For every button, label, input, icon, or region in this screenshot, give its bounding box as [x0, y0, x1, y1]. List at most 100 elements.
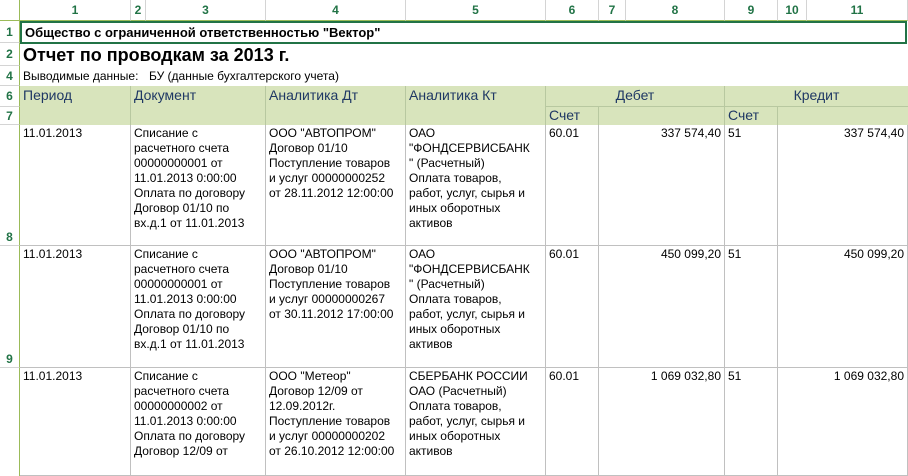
row-header-8[interactable]: 8 — [0, 125, 20, 246]
header-account-dt[interactable]: Счет — [546, 107, 599, 125]
cell-text-line: расчетного счета — [134, 141, 230, 155]
cell-text-line: Договор 01/10 по — [134, 201, 230, 215]
cell-text-line: активов — [409, 216, 453, 230]
cell-text-line: Договор 01/10 — [269, 141, 348, 155]
account-kt-cell[interactable]: 51 — [725, 125, 778, 246]
cell-text-line: 11.01.2013 0:00:00 — [134, 414, 237, 428]
column-header-1[interactable]: 1 — [20, 0, 131, 21]
cell-text: 11.01.2013 — [23, 369, 83, 383]
cell-text: 51 — [728, 126, 742, 140]
cell-text-line: Поступление товаров — [269, 414, 391, 428]
cell-text-line: ОАО — [409, 247, 436, 261]
account-kt-cell[interactable]: 51 — [725, 368, 778, 476]
cell-text-line: Списание с — [134, 369, 198, 383]
column-header-3[interactable]: 3 — [146, 0, 266, 21]
cell-text-line: ООО "АВТОПРОМ" — [269, 126, 376, 140]
cell-text: 51 — [728, 369, 742, 383]
header-credit-amount[interactable] — [778, 107, 908, 125]
cell-text-line: от 26.10.2012 12:00:00 — [269, 444, 395, 458]
select-all-corner[interactable] — [0, 0, 20, 21]
debit-cell[interactable]: 1 069 032,80 — [599, 368, 725, 476]
cell-text-line: Оплата по договору — [134, 186, 246, 200]
debit-cell[interactable]: 450 099,20 — [599, 246, 725, 368]
cell-text-line: активов — [409, 337, 453, 351]
cell-text: 1 069 032,80 — [833, 369, 904, 383]
output-label-cell[interactable]: Выводимые данные: — [20, 66, 146, 86]
cell-text-line: "ФОНДСЕРВИСБАНК — [409, 141, 530, 155]
account-dt-cell[interactable]: 60.01 — [546, 125, 599, 246]
period-cell[interactable]: 11.01.2013 — [20, 125, 131, 246]
period-cell[interactable]: 11.01.2013 — [20, 246, 131, 368]
credit-cell[interactable]: 450 099,20 — [778, 246, 908, 368]
cell-text-line: Поступление товаров — [269, 156, 391, 170]
account-dt-cell[interactable]: 60.01 — [546, 368, 599, 476]
output-value-cell[interactable]: БУ (данные бухгалтерского учета) — [146, 66, 546, 86]
column-header-11[interactable]: 11 — [807, 0, 908, 21]
column-header-5[interactable]: 5 — [406, 0, 546, 21]
cell-text-line: 00000000001 от — [134, 156, 223, 170]
cell-text-line: иных оборотных — [409, 429, 501, 443]
credit-cell[interactable]: 337 574,40 — [778, 125, 908, 246]
column-header-2[interactable]: 2 — [131, 0, 146, 21]
cell-text-line: Оплата по договору — [134, 429, 246, 443]
header-document[interactable]: Документ — [131, 86, 266, 125]
cell-text-line: Оплата по договору — [134, 307, 246, 321]
analytics-kt-cell[interactable]: ОАО "ФОНДСЕРВИСБАНК " (Расчетный) Оплата то… — [406, 125, 546, 246]
document-cell[interactable]: Списание с расчетного счета 00000000002 от… — [131, 368, 266, 476]
account-dt-cell[interactable]: 60.01 — [546, 246, 599, 368]
debit-cell[interactable]: 337 574,40 — [599, 125, 725, 246]
row-header-10[interactable] — [0, 368, 20, 476]
cell-text-line: "ФОНДСЕРВИСБАНК — [409, 262, 530, 276]
cell-text: 60.01 — [549, 369, 580, 383]
cell-text: 11.01.2013 — [23, 247, 83, 261]
column-header-6[interactable]: 6 — [546, 0, 599, 21]
cell-text-line: ОАО (Расчетный) — [409, 384, 507, 398]
cell-text-line: Списание с — [134, 126, 198, 140]
cell-text-line: вх.д.1 от 11.01.2013 — [134, 216, 245, 230]
analytics-kt-cell[interactable]: СБЕРБАНК РОССИИ ОАО (Расчетный) Оплата тов… — [406, 368, 546, 476]
column-header-4[interactable]: 4 — [266, 0, 406, 21]
cell-text-line: 11.01.2013 0:00:00 — [134, 171, 237, 185]
cell-text-line: Договор 12/09 от — [134, 444, 228, 458]
header-credit[interactable]: Кредит — [725, 86, 908, 107]
row-header-6[interactable]: 6 — [0, 86, 20, 107]
analytics-dt-cell[interactable]: ООО "Метеор" Договор 12/09 от 12.09.2012г.… — [266, 368, 406, 476]
header-debit[interactable]: Дебет — [546, 86, 725, 107]
cell-text-line: " (Расчетный) — [409, 156, 485, 170]
column-header-9[interactable]: 9 — [725, 0, 778, 21]
cell-text-line: Договор 01/10 по — [134, 322, 230, 336]
header-analytics-dt[interactable]: Аналитика Дт — [266, 86, 406, 125]
credit-cell[interactable]: 1 069 032,80 — [778, 368, 908, 476]
cell-text-line: СБЕРБАНК РОССИИ — [409, 369, 528, 383]
row-header-9[interactable]: 9 — [0, 246, 20, 368]
cell-text-line: ООО "АВТОПРОМ" — [269, 247, 376, 261]
cell-text: 11.01.2013 — [23, 126, 83, 140]
account-kt-cell[interactable]: 51 — [725, 246, 778, 368]
document-cell[interactable]: Списание с расчетного счета 00000000001 от… — [131, 125, 266, 246]
column-header-8[interactable]: 8 — [626, 0, 725, 21]
report-title-cell[interactable]: Отчет по проводкам за 2013 г. — [20, 43, 908, 66]
column-header-10[interactable]: 10 — [778, 0, 807, 21]
analytics-dt-cell[interactable]: ООО "АВТОПРОМ" Договор 01/10 Поступление т… — [266, 246, 406, 368]
cell-text: 60.01 — [549, 126, 580, 140]
cell-text-line: 00000000002 от — [134, 399, 223, 413]
cell-text: 450 099,20 — [843, 247, 904, 261]
cell-text-line: и услуг 00000000267 — [269, 292, 386, 306]
analytics-dt-cell[interactable]: ООО "АВТОПРОМ" Договор 01/10 Поступление т… — [266, 125, 406, 246]
analytics-kt-cell[interactable]: ОАО "ФОНДСЕРВИСБАНК " (Расчетный) Оплата то… — [406, 246, 546, 368]
header-account-kt[interactable]: Счет — [725, 107, 778, 125]
header-debit-amount[interactable] — [599, 107, 725, 125]
row-header-7[interactable]: 7 — [0, 107, 20, 125]
period-cell[interactable]: 11.01.2013 — [20, 368, 131, 476]
document-cell[interactable]: Списание с расчетного счета 00000000001 от… — [131, 246, 266, 368]
company-name-cell[interactable]: Общество с ограниченной ответственностью… — [20, 21, 907, 44]
output-value: БУ (данные бухгалтерского учета) — [149, 69, 339, 83]
row-header-4[interactable]: 4 — [0, 66, 20, 86]
row-header-2[interactable]: 2 — [0, 43, 20, 66]
header-analytics-kt[interactable]: Аналитика Кт — [406, 86, 546, 125]
row-header-1[interactable]: 1 — [0, 21, 20, 43]
column-header-7[interactable]: 7 — [599, 0, 626, 21]
cell-text-line: работ, услуг, сырья и — [409, 307, 525, 321]
header-period[interactable]: Период — [20, 86, 131, 125]
cell-text-line: и услуг 00000000252 — [269, 171, 386, 185]
